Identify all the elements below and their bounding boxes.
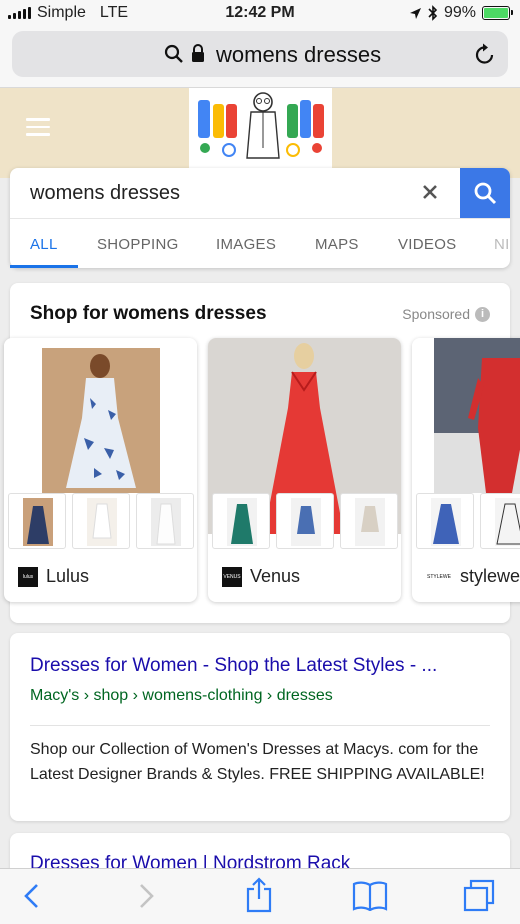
result-divider [30, 725, 490, 726]
search-icon [164, 44, 183, 63]
store-name: VENUS Venus [222, 566, 300, 587]
lock-icon [192, 44, 204, 62]
result-title-link[interactable]: Dresses for Women - Shop the Latest Styl… [30, 655, 437, 677]
tab-images[interactable]: IMAGES [216, 236, 276, 253]
product-card[interactable]: VENUS Venus [208, 338, 401, 602]
tab-videos[interactable]: VIDEOS [398, 236, 456, 253]
product-thumbnails [208, 493, 398, 549]
venus-logo-icon: VENUS [222, 566, 242, 587]
store-label: Venus [250, 566, 301, 586]
location-icon [409, 7, 421, 19]
thumbnail-image[interactable] [416, 493, 474, 549]
screen: Simple LTE 12:42 PM 99% womens dresses w… [0, 0, 520, 924]
browser-address-area: womens dresses [0, 28, 520, 88]
stylewe-logo-icon: STYLEWE [426, 566, 452, 587]
info-icon: i [475, 306, 490, 322]
search-tabs: ALL SHOPPING IMAGES MAPS VIDEOS NI [10, 218, 510, 268]
store-name: STYLEWE stylewe [426, 566, 520, 587]
status-right: 99% [409, 4, 513, 22]
sponsored-label[interactable]: Sponsored i [402, 306, 490, 322]
tab-all[interactable]: ALL [30, 236, 58, 253]
thumbnail-image[interactable] [340, 493, 398, 549]
search-input[interactable] [30, 180, 410, 206]
bluetooth-icon [428, 5, 438, 21]
thumbnail-image[interactable] [72, 493, 130, 549]
search-box: ALL SHOPPING IMAGES MAPS VIDEOS NI [10, 168, 510, 268]
battery-icon [482, 6, 513, 20]
thumbnail-image[interactable] [212, 493, 270, 549]
share-icon[interactable] [244, 877, 274, 913]
back-icon[interactable] [22, 881, 42, 911]
store-name: lulus Lulus [18, 566, 89, 587]
status-bar: Simple LTE 12:42 PM 99% [0, 0, 520, 28]
thumbnail-image[interactable] [480, 493, 520, 549]
menu-icon[interactable] [26, 118, 50, 136]
search-button[interactable] [460, 168, 510, 218]
product-card[interactable]: STYLEWE stylewe [412, 338, 520, 602]
browser-toolbar [0, 868, 520, 924]
sponsored-text: Sponsored [402, 306, 470, 322]
result-snippet: Shop our Collection of Women's Dresses a… [30, 741, 485, 783]
result-breadcrumb[interactable]: Macy's › shop › womens-clothing › dresse… [30, 687, 333, 705]
store-label: stylewe [460, 566, 520, 586]
product-thumbnails [4, 493, 194, 549]
product-card[interactable]: lulus Lulus [4, 338, 197, 602]
thumbnail-image[interactable] [276, 493, 334, 549]
tab-maps[interactable]: MAPS [315, 236, 359, 253]
search-result: Dresses for Women - Shop the Latest Styl… [10, 633, 510, 821]
reload-icon[interactable] [474, 42, 496, 66]
forward-icon[interactable] [136, 881, 156, 911]
google-doodle-logo[interactable] [189, 88, 332, 168]
address-bar[interactable]: womens dresses [12, 31, 508, 77]
tab-shopping[interactable]: SHOPPING [97, 236, 179, 253]
thumbnail-image[interactable] [8, 493, 66, 549]
address-text: womens dresses [216, 42, 382, 67]
clear-icon[interactable] [420, 182, 440, 202]
product-thumbnails [412, 493, 520, 549]
store-label: Lulus [46, 566, 90, 586]
search-icon [474, 182, 497, 205]
active-tab-indicator [10, 265, 78, 268]
tabs-icon[interactable] [462, 879, 496, 913]
battery-percent: 99% [443, 4, 476, 21]
tab-news[interactable]: NI [494, 236, 510, 253]
thumbnail-image[interactable] [136, 493, 194, 549]
shopping-title: Shop for womens dresses [30, 303, 267, 324]
google-header [0, 88, 520, 178]
lulus-logo-icon: lulus [18, 566, 38, 587]
bookmarks-icon[interactable] [352, 881, 388, 911]
